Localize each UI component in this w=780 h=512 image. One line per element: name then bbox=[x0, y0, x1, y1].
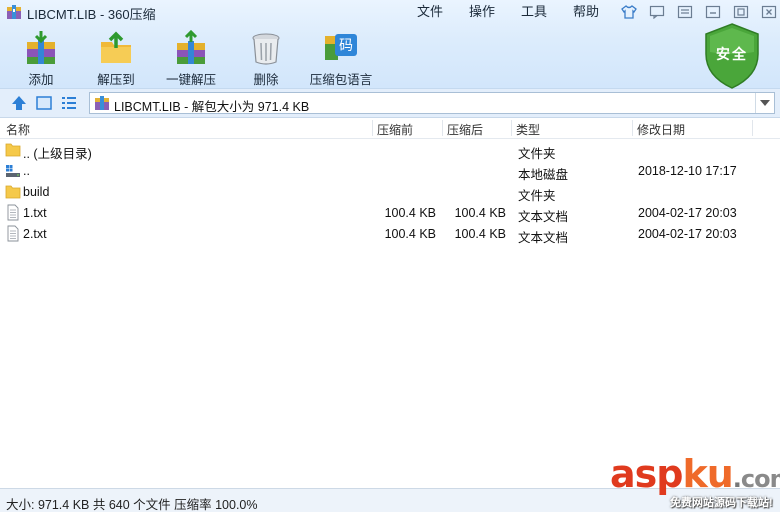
minimize-icon bbox=[705, 5, 721, 19]
delete-button[interactable]: 删除 bbox=[233, 28, 299, 88]
delete-label: 删除 bbox=[253, 73, 279, 87]
folder-icon bbox=[5, 143, 21, 157]
file-name: 1.txt bbox=[23, 206, 47, 220]
column-header-modified[interactable]: 修改日期 bbox=[637, 121, 685, 138]
one-click-extract-icon bbox=[177, 30, 205, 64]
settings-menu-button[interactable] bbox=[674, 3, 696, 21]
file-row[interactable]: .. (上级目录) 文件夹 bbox=[0, 139, 780, 161]
file-row[interactable]: .. 本地磁盘 2018-12-10 17:17 bbox=[0, 160, 780, 182]
file-row[interactable]: 1.txt 100.4 KB 100.4 KB 文本文档 2004-02-17 … bbox=[0, 202, 780, 224]
menu-file[interactable]: 文件 bbox=[404, 0, 456, 24]
details-view-icon[interactable] bbox=[60, 94, 78, 112]
column-header-unpacked[interactable]: 压缩后 bbox=[447, 121, 483, 138]
add-archive-icon bbox=[27, 31, 55, 64]
archive-language-label: 压缩包语言 bbox=[309, 73, 373, 87]
watermark-asp: asp bbox=[610, 452, 683, 496]
close-button[interactable] bbox=[758, 3, 780, 21]
watermark-text: aspku.com bbox=[610, 452, 780, 496]
archive-language-button[interactable]: 码 压缩包语言 bbox=[308, 28, 374, 88]
address-dropdown-button[interactable] bbox=[755, 93, 774, 113]
watermark-dot: . bbox=[732, 465, 742, 493]
title-toolbar-area: LIBCMT.LIB - 360压缩 文件 操作 工具 帮助 添加 解压到 一键… bbox=[0, 0, 780, 89]
archive-file-icon bbox=[95, 96, 109, 110]
column-header-name[interactable]: 名称 bbox=[6, 121, 30, 138]
menu-icon bbox=[677, 5, 693, 19]
local-disk-icon bbox=[6, 165, 20, 177]
file-unpacked: 100.4 KB bbox=[454, 206, 506, 220]
up-arrow-icon[interactable] bbox=[10, 94, 28, 112]
one-click-extract-button[interactable]: 一键解压 bbox=[158, 28, 224, 88]
menu-operation[interactable]: 操作 bbox=[456, 0, 508, 24]
column-header-packed[interactable]: 压缩前 bbox=[377, 121, 413, 138]
menu-help[interactable]: 帮助 bbox=[560, 0, 612, 24]
address-row: LIBCMT.LIB - 解包大小为 971.4 KB bbox=[0, 89, 780, 118]
column-divider[interactable] bbox=[632, 120, 633, 136]
file-list: 名称 压缩前 压缩后 类型 修改日期 .. (上级目录) 文件夹 .. 本地磁盘… bbox=[0, 118, 780, 488]
extract-to-button[interactable]: 解压到 bbox=[83, 28, 149, 88]
column-divider[interactable] bbox=[511, 120, 512, 136]
message-icon bbox=[649, 5, 665, 19]
file-row[interactable]: build 文件夹 bbox=[0, 181, 780, 203]
file-modified: 2018-12-10 17:17 bbox=[638, 164, 737, 178]
window-controls bbox=[618, 3, 780, 21]
text-file-icon bbox=[7, 204, 19, 221]
watermark-ku: ku bbox=[682, 452, 733, 496]
watermark-logo: aspku.com 免费网站源码下载站! bbox=[610, 452, 780, 512]
feedback-button[interactable] bbox=[646, 3, 668, 21]
file-packed: 100.4 KB bbox=[384, 227, 436, 241]
file-name: .. bbox=[23, 164, 30, 178]
one-click-extract-label: 一键解压 bbox=[165, 73, 216, 87]
column-divider[interactable] bbox=[372, 120, 373, 136]
file-modified: 2004-02-17 20:03 bbox=[638, 227, 737, 241]
window-title: LIBCMT.LIB - 360压缩 bbox=[27, 7, 156, 22]
status-text: 大小: 971.4 KB 共 640 个文件 压缩率 100.0% bbox=[6, 498, 258, 512]
menu-tools[interactable]: 工具 bbox=[508, 0, 560, 24]
shirt-icon bbox=[621, 5, 637, 19]
archive-language-icon: 码 bbox=[325, 34, 357, 60]
archive-app-icon bbox=[7, 5, 21, 19]
extract-to-label: 解压到 bbox=[97, 73, 135, 87]
add-label: 添加 bbox=[28, 73, 54, 87]
extract-to-icon bbox=[101, 31, 131, 63]
file-modified: 2004-02-17 20:03 bbox=[638, 206, 737, 220]
file-type: 文本文档 bbox=[518, 231, 569, 245]
column-divider[interactable] bbox=[752, 120, 753, 136]
security-badge[interactable]: 安全 bbox=[702, 22, 762, 90]
security-badge-label: 安全 bbox=[716, 46, 748, 62]
maximize-button[interactable] bbox=[730, 3, 752, 21]
minimize-button[interactable] bbox=[702, 3, 724, 21]
menu-bar: 文件 操作 工具 帮助 bbox=[404, 0, 612, 24]
add-button[interactable]: 添加 bbox=[8, 28, 74, 88]
skin-button[interactable] bbox=[618, 3, 640, 21]
file-name: build bbox=[23, 185, 50, 199]
large-icons-view-icon[interactable] bbox=[35, 94, 53, 112]
address-bar[interactable]: LIBCMT.LIB - 解包大小为 971.4 KB bbox=[89, 92, 775, 114]
delete-trash-icon bbox=[252, 33, 280, 65]
column-divider[interactable] bbox=[442, 120, 443, 136]
column-header-type[interactable]: 类型 bbox=[516, 121, 540, 138]
file-packed: 100.4 KB bbox=[384, 206, 436, 220]
file-row[interactable]: 2.txt 100.4 KB 100.4 KB 文本文档 2004-02-17 … bbox=[0, 223, 780, 245]
file-name: 2.txt bbox=[23, 227, 47, 241]
title-bar: LIBCMT.LIB - 360压缩 文件 操作 工具 帮助 bbox=[0, 0, 780, 24]
close-icon bbox=[761, 5, 777, 19]
file-unpacked: 100.4 KB bbox=[454, 227, 506, 241]
column-header-row: 名称 压缩前 压缩后 类型 修改日期 bbox=[0, 118, 780, 139]
watermark-com: com bbox=[740, 465, 780, 493]
chevron-down-icon bbox=[760, 100, 770, 106]
address-text: LIBCMT.LIB - 解包大小为 971.4 KB bbox=[114, 100, 310, 114]
watermark-subtitle: 免费网站源码下载站! bbox=[670, 497, 773, 509]
maximize-icon bbox=[733, 5, 749, 19]
text-file-icon bbox=[7, 225, 19, 242]
app-window: LIBCMT.LIB - 360压缩 文件 操作 工具 帮助 添加 解压到 一键… bbox=[0, 0, 780, 512]
archive-language-badge: 码 bbox=[339, 38, 353, 54]
folder-icon bbox=[5, 185, 21, 199]
